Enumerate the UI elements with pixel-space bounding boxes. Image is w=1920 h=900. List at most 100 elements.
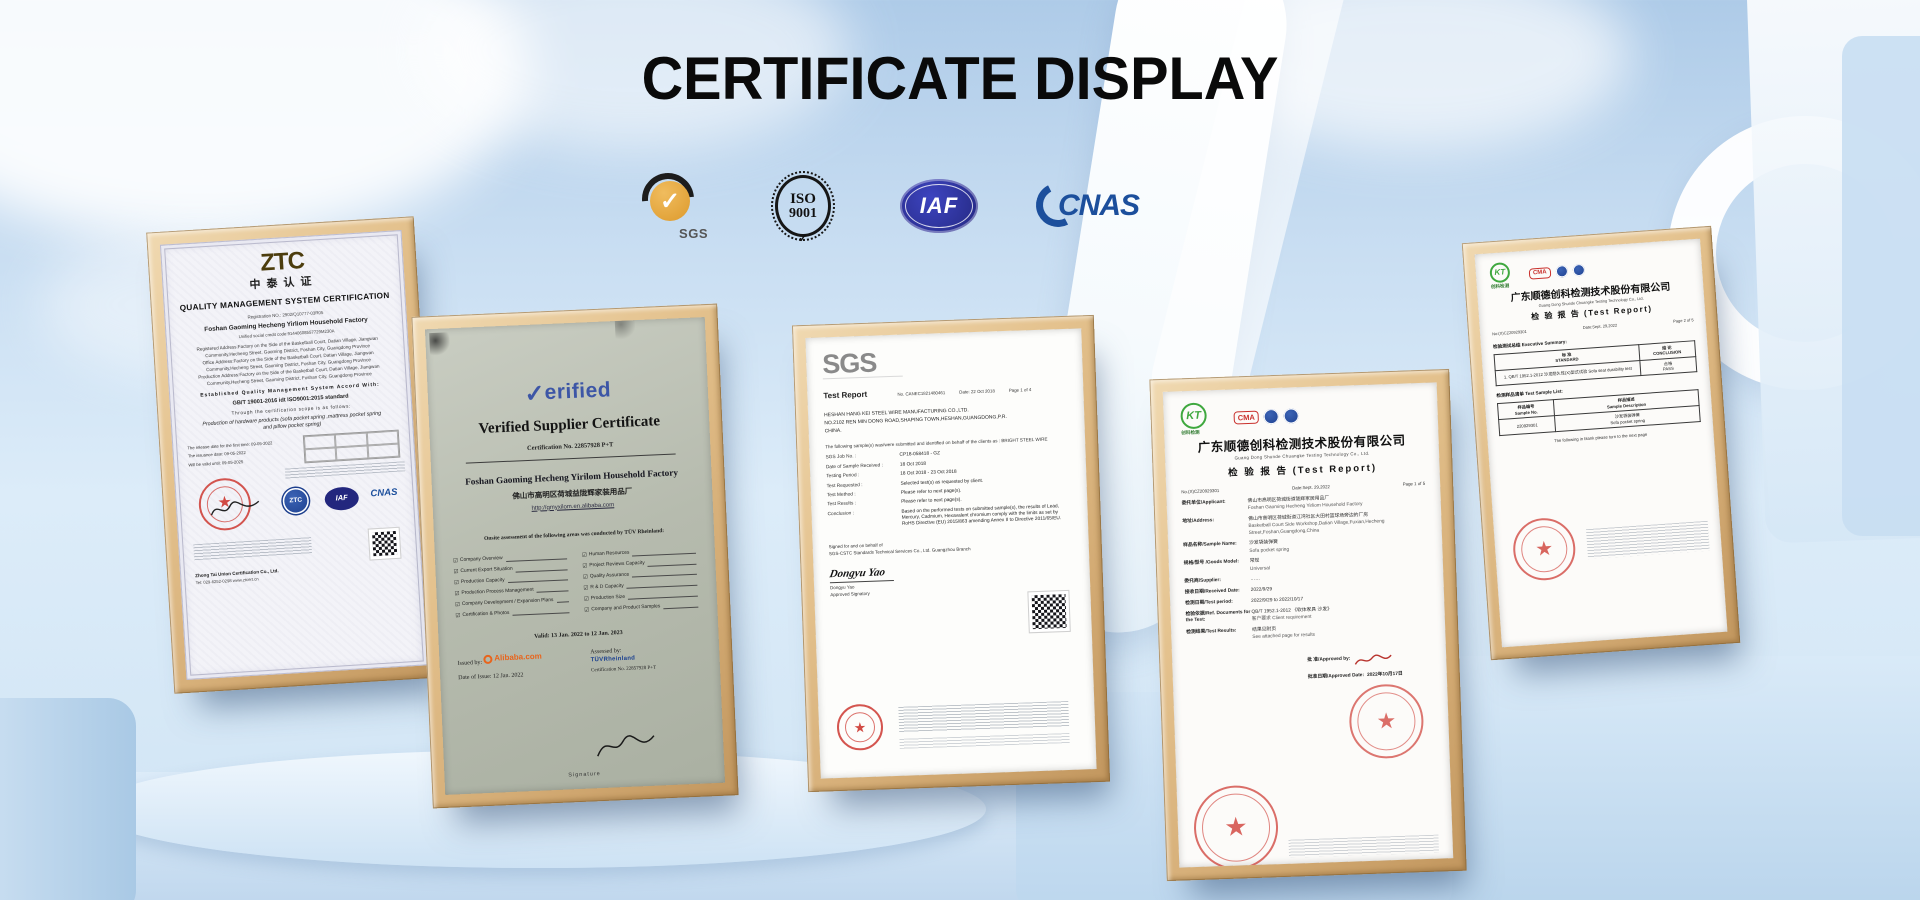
checkbox-icon: ☑ [583,575,588,581]
checkbox-icon: ☑ [454,581,459,587]
report-page: Page 2 of 5 [1673,318,1694,325]
underline [648,563,697,566]
qr-code [369,528,401,560]
certificate-chuangke-test-report-1[interactable]: KT创科检测 CMA 广东顺德创科检测技术股份有限公司 Guang Dong S… [1149,369,1466,881]
checkbox-icon: ☑ [455,614,460,620]
checklist-item: ☑R & D Capacity [583,581,698,592]
report-field: Conclusion :Based on the performed tests… [827,504,1072,531]
underline [632,552,696,556]
alibaba-icon [483,654,492,663]
iso-label-bottom: 9001 [789,207,817,221]
audit-table [303,429,401,463]
assessment-checklist: ☑Company Overview ☑Current Export Situat… [453,543,700,619]
checklist-item: ☑Certification & Photos [455,608,570,619]
certification-number-footer: Certification No. 22857928 P+T [591,664,702,675]
underline [628,596,698,600]
red-seal-stamp: ★ [836,703,884,751]
checklist-left-column: ☑Company Overview ☑Current Export Situat… [453,549,571,619]
iaf-badge-label: IAF [920,193,958,219]
qr-code [1028,591,1069,632]
cnas-badge-label: CNAS [1044,189,1139,223]
check-icon: ✓ [524,380,545,408]
table-cell [367,443,399,458]
iso-ring-icon: ISO 9001 [775,175,831,237]
kt-logo: KT创科检测 [1180,402,1207,436]
checkbox-icon: ☑ [455,603,460,609]
issued-by-block: Issued by: Alibaba.com Date of Issue: 12… [457,649,591,683]
kt-logo: KT创科检测 [1489,262,1511,290]
cnas-badge-icon: CNAS [1044,179,1139,233]
report-number: No.(X)CZ20929301 [1181,488,1219,495]
report-fields: 委托单位/Applicant:佛山市高明区荷城街道陇辉家居用品厂Foshan G… [1182,493,1431,644]
table-cell: 220929301 [1499,416,1556,436]
checkbox-icon: ☑ [454,570,459,576]
signature-scribble [209,496,262,521]
certificate-display-section: CERTIFICATE DISPLAY ✓ SGS ISO 9001 ✓ IAF… [0,0,1920,900]
date-of-issue: Date of Issue: 12 Jan. 2022 [458,670,591,684]
divider [466,454,676,464]
checkbox-icon: ☑ [582,554,587,560]
table-cell [336,445,368,460]
page-title: CERTIFICATE DISPLAY [38,44,1881,113]
corner-flourish [615,317,636,343]
checklist-item: ☑Current Export Situation [453,564,568,575]
underline [516,569,568,572]
iso-9001-badge-icon: ISO 9001 ✓ [772,171,834,241]
approved-date-row: 批准日期/Approved Date: 2022年10月17日 [1308,670,1432,681]
corner-flourish [429,332,450,359]
checkbox-icon: ☑ [584,597,589,603]
checklist-item: ☑Human Resources [582,548,697,559]
report-date: Date:Sept. 29,2022 [1292,484,1330,491]
iso-label-top: ISO [790,192,816,207]
report-fields: SGS Job No. :CP18-058418 - GZ Date of Sa… [826,447,1072,531]
underline [537,591,569,593]
star-icon: ★ [1224,810,1248,845]
underline [632,574,697,578]
ztc-seal-icon: ZTC [282,487,310,515]
signature-label: Signature [445,766,725,785]
certificate-chuangke-test-report-2[interactable]: KT创科检测 CMA 广东顺德创科检测技术股份有限公司 Guang Dong S… [1462,226,1741,660]
sgs-report-paper: SGS Test Report No. CANEC1821480461 Date… [805,328,1096,778]
checklist-item: ☑Company Development / Expansion Plans [455,597,570,608]
report-title: Test Report [823,389,897,402]
alibaba-logo: Alibaba.com [483,651,542,664]
checklist-item: ☑Production Process Management [454,586,569,597]
approved-signature-scribble [1353,651,1394,668]
star-icon: ★ [853,718,866,737]
checkbox-icon: ☑ [453,559,458,565]
iso-check-icon: ✓ [798,231,808,245]
cnas-round-icon [1572,264,1585,277]
sgs-badge-label: SGS [679,226,708,241]
report-field: 地址/Address:佛山市高明区荷城街道江湾社区大田村篮球场旁边的厂房Bask… [1182,511,1427,539]
cnas-round-icon [1264,409,1280,425]
wooden-frame: ZTC 中泰认证 QUALITY MANAGEMENT SYSTEM CERTI… [146,216,442,693]
checkbox-icon: ☑ [584,608,589,614]
red-seal-stamp: ★ [1193,784,1280,867]
underline [557,601,569,603]
report-header: Test Report No. CANEC1821480461 Date: 22… [823,383,1067,402]
underline [663,607,698,610]
checklist-item: ☑Project Reviews Capacity [582,559,697,570]
signature-handwritten: Dongyu Yao [828,565,886,581]
checklist-right-column: ☑Human Resources ☑Project Reviews Capaci… [582,543,700,613]
wooden-frame: ✓erified Verified Supplier Certificate C… [411,304,738,809]
verified-certificate-paper: ✓erified Verified Supplier Certificate C… [425,317,725,795]
certificate-sgs-test-report[interactable]: SGS Test Report No. CANEC1821480461 Date… [792,315,1110,792]
star-icon: ★ [1534,536,1554,563]
signature-scribble [593,730,658,763]
underline [508,580,568,584]
fine-print-block [899,733,1069,749]
fine-print-block [193,537,312,560]
certificate-ztc-quality-management[interactable]: ZTC 中泰认证 QUALITY MANAGEMENT SYSTEM CERTI… [146,216,442,693]
wooden-frame: SGS Test Report No. CANEC1821480461 Date… [792,315,1110,792]
table-cell: 合格PASS [1640,356,1697,376]
report-date: Date: 22 Oct 2018 [959,388,995,395]
verified-logo: ✓erified [445,372,690,414]
report-page: Page 1 of 5 [1403,481,1426,487]
sgs-badge-icon: ✓ SGS [640,171,706,241]
assessment-intro: Onsite assessment of the following areas… [452,526,696,544]
signed-block: Signed for and on behalf of SGS-CSTC Sta… [829,534,1073,557]
report-title: 检 验 报 告 (Test Report) [1180,461,1424,482]
certificate-verified-supplier[interactable]: ✓erified Verified Supplier Certificate C… [411,304,738,809]
checklist-item: ☑Company Overview [453,554,568,565]
